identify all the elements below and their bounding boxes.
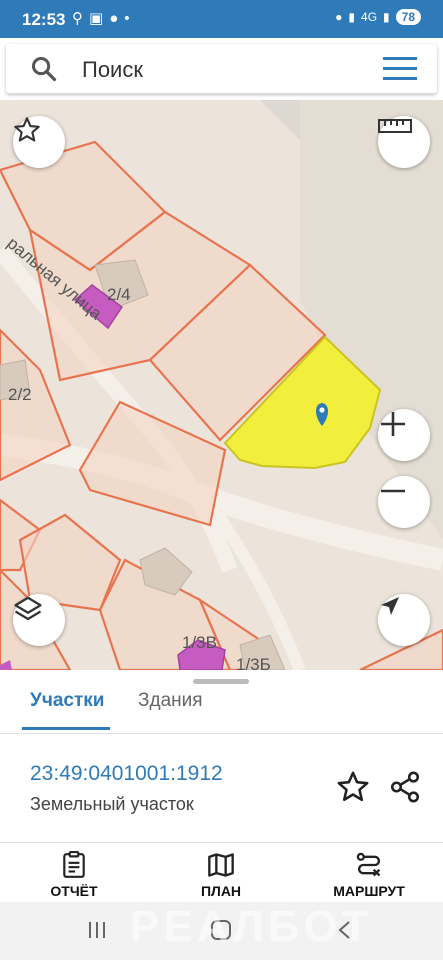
- tab-buildings[interactable]: Здания: [138, 690, 203, 712]
- map-canvas[interactable]: ральная улица 2/4 2/2 1/3В 1/3Б: [0, 100, 443, 670]
- menu-icon[interactable]: [383, 56, 417, 82]
- plan-label: ПЛАН: [200, 883, 242, 899]
- route-button[interactable]: МАРШРУТ: [314, 851, 424, 899]
- info-sheet: Участки Здания 23:49:0401001:1912 Земель…: [0, 670, 443, 842]
- status-time: 12:53: [22, 10, 66, 29]
- report-icon: [63, 851, 85, 878]
- minus-icon: [381, 489, 405, 493]
- tab-parcels[interactable]: Участки: [30, 690, 104, 712]
- my-location-button[interactable]: [378, 594, 430, 646]
- navigation-arrow-icon: [381, 597, 399, 615]
- search-bar-area: Поиск: [0, 38, 443, 100]
- ruler-icon: [378, 119, 412, 133]
- layers-icon: [14, 596, 42, 621]
- search-input[interactable]: Поиск: [82, 57, 143, 83]
- chat-icon: ●: [109, 9, 119, 27]
- star-icon: [14, 117, 40, 142]
- route-label: МАРШРУТ: [333, 883, 405, 899]
- status-notifications: ⚲ ▣ ● •: [72, 9, 130, 28]
- map-icon: [208, 853, 234, 877]
- parcel-label: 1/3В: [182, 633, 217, 652]
- active-tab-indicator: [22, 727, 110, 730]
- search-icon[interactable]: [30, 55, 58, 83]
- zoom-in-button[interactable]: [378, 409, 430, 461]
- parcel-label: 2/4: [107, 285, 131, 304]
- sheet-drag-handle[interactable]: [193, 679, 249, 684]
- recent-apps-icon[interactable]: [86, 919, 108, 941]
- report-button[interactable]: ОТЧЁТ: [19, 851, 129, 899]
- report-label: ОТЧЁТ: [50, 883, 98, 899]
- battery-badge: 78: [395, 9, 421, 25]
- signal-icon-2: ▮: [383, 10, 390, 24]
- share-icon[interactable]: [388, 770, 422, 804]
- parcel-label: 2/2: [8, 385, 32, 404]
- plus-icon: [381, 412, 405, 436]
- network-type: 4G: [361, 10, 378, 24]
- parcel-type: Земельный участок: [30, 794, 194, 814]
- route-icon: [356, 852, 381, 877]
- dot-icon: •: [124, 9, 130, 27]
- search-notification-icon: ⚲: [72, 10, 83, 27]
- star-icon[interactable]: [336, 770, 370, 804]
- bottom-action-bar: ОТЧЁТ ПЛАН МАРШРУТ: [0, 842, 443, 902]
- screenshot-icon: ▣: [89, 10, 104, 27]
- favorite-map-button[interactable]: [13, 116, 65, 168]
- status-bar: 12:53 ⚲ ▣ ● • ● ▮ 4G ▮ 78: [0, 0, 443, 38]
- layers-button[interactable]: [13, 594, 65, 646]
- divider: [0, 733, 443, 734]
- status-system-icons: ● ▮ 4G ▮ 78: [335, 9, 421, 25]
- watermark-text: РЕАЛБОТ: [130, 902, 373, 951]
- cadastral-number-link[interactable]: 23:49:0401001:1912: [30, 762, 223, 786]
- zoom-out-button[interactable]: [378, 476, 430, 528]
- plan-button[interactable]: ПЛАН: [166, 851, 276, 899]
- signal-icon: ▮: [348, 10, 356, 24]
- parcel-label: 1/3Б: [236, 655, 271, 670]
- map-view[interactable]: ральная улица 2/4 2/2 1/3В 1/3Б: [0, 100, 443, 670]
- ruler-button[interactable]: [378, 116, 430, 168]
- location-icon: ●: [335, 10, 343, 24]
- search-box[interactable]: Поиск: [6, 44, 437, 94]
